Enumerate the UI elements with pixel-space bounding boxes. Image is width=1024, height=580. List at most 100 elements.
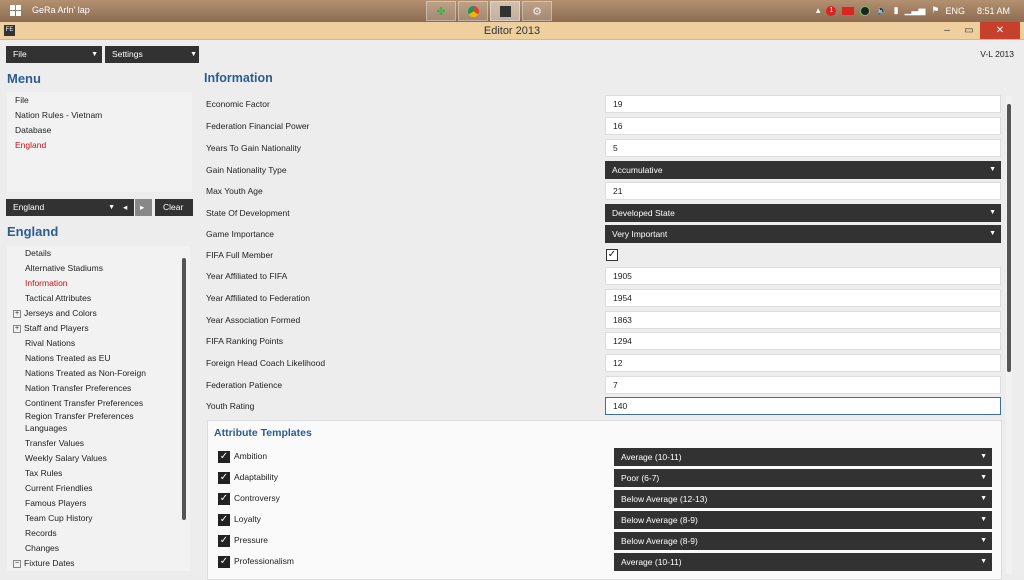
- nav-item-transfer-values[interactable]: Transfer Values: [7, 436, 190, 451]
- ambition-select[interactable]: Average (10-11) ▼: [614, 448, 992, 466]
- fifa-ranking-points-input[interactable]: 1294: [605, 332, 1001, 350]
- taskbar-app-chrome-icon[interactable]: [458, 1, 488, 21]
- attr-row-adaptability: ✓ Adaptability Poor (6-7) ▼: [208, 468, 1003, 488]
- close-button[interactable]: ✕: [980, 22, 1020, 39]
- state-of-development-select[interactable]: Developed State ▼: [605, 204, 1001, 222]
- attribute-templates-title: Attribute Templates: [214, 427, 312, 439]
- pressure-select[interactable]: Below Average (8-9) ▼: [614, 532, 992, 550]
- nav-scrollbar[interactable]: [181, 246, 187, 571]
- settings-dropdown[interactable]: Settings ▼: [105, 46, 201, 63]
- select-value: Poor (6-7): [621, 473, 660, 483]
- nav-item-records[interactable]: Records: [7, 526, 190, 541]
- year-affiliated-federation-input[interactable]: 1954: [605, 289, 1001, 307]
- volume-icon[interactable]: 🔈: [876, 5, 887, 16]
- nav-item-rival-nations[interactable]: Rival Nations: [7, 336, 190, 351]
- taskbar-app-gear-icon[interactable]: ⚙: [522, 1, 552, 21]
- file-dropdown-label: File: [13, 49, 27, 59]
- attr-row-controversy: ✓ Controversy Below Average (12-13) ▼: [208, 489, 1003, 509]
- game-importance-select[interactable]: Very Important ▼: [605, 225, 1001, 243]
- nav-item-languages[interactable]: Languages: [7, 421, 190, 436]
- chevron-down-icon: ▼: [108, 204, 115, 211]
- ambition-checkbox[interactable]: ✓: [218, 451, 230, 463]
- windows-start-icon[interactable]: [10, 5, 22, 17]
- menu-item-nation-rules[interactable]: Nation Rules - Vietnam: [7, 107, 192, 122]
- nav-scrollbar-thumb[interactable]: [182, 258, 186, 520]
- professionalism-select[interactable]: Average (10-11) ▼: [614, 553, 992, 571]
- clear-button[interactable]: Clear: [155, 199, 193, 216]
- next-button[interactable]: ▸: [135, 199, 152, 216]
- nav-item-weekly-salary-values[interactable]: Weekly Salary Values: [7, 451, 190, 466]
- loyalty-checkbox[interactable]: ✓: [218, 514, 230, 526]
- file-dropdown[interactable]: File ▼: [6, 46, 102, 63]
- main-scrollbar-thumb[interactable]: [1007, 104, 1011, 372]
- chevron-down-icon: ▼: [980, 516, 987, 523]
- tray-app-icon[interactable]: [860, 5, 871, 16]
- field-label: Gain Nationality Type: [206, 165, 287, 175]
- expand-plus-icon[interactable]: +: [13, 309, 21, 318]
- main-scrollbar[interactable]: [1006, 96, 1012, 574]
- language-indicator[interactable]: ENG: [945, 6, 965, 16]
- main-panel: V-L 2013 Information Economic Factor 19 F…: [199, 40, 1024, 580]
- adaptability-checkbox[interactable]: ✓: [218, 472, 230, 484]
- minimize-button[interactable]: –: [936, 22, 958, 39]
- tray-chevron-up-icon[interactable]: ▴: [816, 5, 821, 16]
- federation-financial-power-input[interactable]: 16: [605, 117, 1001, 135]
- taskbar-app-clover-icon[interactable]: ✤: [426, 1, 456, 21]
- nav-item-changes[interactable]: Changes: [7, 541, 190, 556]
- nav-item-tactical-attributes[interactable]: Tactical Attributes: [7, 291, 190, 306]
- pressure-checkbox[interactable]: ✓: [218, 535, 230, 547]
- foreign-head-coach-likelihood-input[interactable]: 12: [605, 354, 1001, 372]
- attr-label: Professionalism: [234, 556, 294, 566]
- year-affiliated-fifa-input[interactable]: 1905: [605, 267, 1001, 285]
- restore-button[interactable]: ▭: [958, 22, 980, 39]
- expand-plus-icon[interactable]: +: [13, 324, 21, 333]
- chevron-left-icon: ◂: [123, 202, 128, 212]
- menu-item-england[interactable]: England: [7, 137, 192, 152]
- nav-item-information[interactable]: Information: [7, 276, 190, 291]
- professionalism-checkbox[interactable]: ✓: [218, 556, 230, 568]
- nav-item-region-transfer-preferences[interactable]: Region Transfer Preferences: [7, 411, 190, 421]
- tray-badge-icon[interactable]: 1: [826, 5, 837, 16]
- year-association-formed-input[interactable]: 1863: [605, 311, 1001, 329]
- taskbar-app-editor-icon[interactable]: [490, 1, 520, 21]
- youth-rating-input[interactable]: 140: [605, 397, 1001, 415]
- nav-item-fixture-dates[interactable]: − Fixture Dates: [7, 556, 190, 571]
- nav-item-current-friendlies[interactable]: Current Friendlies: [7, 481, 190, 496]
- nav-item-continent-transfer-preferences[interactable]: Continent Transfer Preferences: [7, 396, 190, 411]
- nation-select[interactable]: England ▼: [6, 199, 119, 216]
- nav-item-team-cup-history[interactable]: Team Cup History: [7, 511, 190, 526]
- vietnam-flag-icon[interactable]: [842, 6, 855, 15]
- expand-minus-icon[interactable]: −: [13, 559, 21, 568]
- menu-item-file[interactable]: File: [7, 92, 192, 107]
- field-label: FIFA Ranking Points: [206, 336, 284, 346]
- nav-item-famous-players[interactable]: Famous Players: [7, 496, 190, 511]
- nav-item-alternative-stadiums[interactable]: Alternative Stadiums: [7, 261, 190, 276]
- chevron-down-icon: ▼: [989, 230, 996, 237]
- nav-item-details[interactable]: Details: [7, 246, 190, 261]
- menu-item-database[interactable]: Database: [7, 122, 192, 137]
- fifa-full-member-checkbox[interactable]: ✓: [606, 249, 618, 261]
- nav-item-nation-transfer-preferences[interactable]: Nation Transfer Preferences: [7, 381, 190, 396]
- nav-item-staff-and-players[interactable]: + Staff and Players: [7, 321, 190, 336]
- max-youth-age-input[interactable]: 21: [605, 182, 1001, 200]
- controversy-checkbox[interactable]: ✓: [218, 493, 230, 505]
- clock[interactable]: 8:51 AM: [977, 6, 1010, 16]
- economic-factor-input[interactable]: 19: [605, 95, 1001, 113]
- signal-icon[interactable]: ▁▃▅: [905, 5, 926, 16]
- prev-button[interactable]: ◂: [119, 199, 134, 216]
- gain-nationality-type-select[interactable]: Accumulative ▼: [605, 161, 1001, 179]
- years-to-gain-nationality-input[interactable]: 5: [605, 139, 1001, 157]
- network-icon[interactable]: ▮: [894, 5, 899, 16]
- loyalty-select[interactable]: Below Average (8-9) ▼: [614, 511, 992, 529]
- federation-patience-input[interactable]: 7: [605, 376, 1001, 394]
- field-economic-factor: Economic Factor 19: [199, 94, 1004, 114]
- field-label: Max Youth Age: [206, 186, 263, 196]
- select-value: Below Average (12-13): [621, 494, 708, 504]
- nav-item-nations-treated-as-non-foreign[interactable]: Nations Treated as Non-Foreign: [7, 366, 190, 381]
- nav-item-nations-treated-as-eu[interactable]: Nations Treated as EU: [7, 351, 190, 366]
- nav-item-tax-rules[interactable]: Tax Rules: [7, 466, 190, 481]
- flag-icon[interactable]: ⚑: [931, 5, 939, 16]
- controversy-select[interactable]: Below Average (12-13) ▼: [614, 490, 992, 508]
- nav-item-jerseys-and-colors[interactable]: + Jerseys and Colors: [7, 306, 190, 321]
- adaptability-select[interactable]: Poor (6-7) ▼: [614, 469, 992, 487]
